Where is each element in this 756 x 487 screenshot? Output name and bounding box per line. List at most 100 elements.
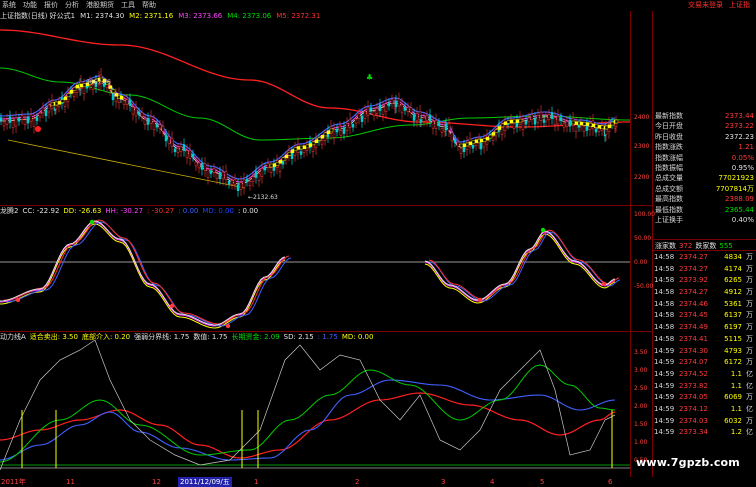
kline-chart-canvas[interactable]: 3067.46 ←2132.63 ♣ (0, 0, 756, 487)
signal-ribbon-block (60, 99, 65, 103)
tick-list[interactable]: 14:58 2374.27 4834 万 14:58 2374.27 4174 万 14:58 2… (652, 252, 756, 439)
tick-price: 2374.07 (679, 358, 708, 367)
candle-body (200, 163, 204, 170)
cursor-date-label: 2011/12/09/五 (178, 477, 232, 487)
signal-ribbon-block (574, 121, 579, 125)
time-axis-label: 2011年 (1, 478, 26, 486)
oscillator-buy-dot (225, 323, 231, 329)
candle-body (533, 118, 537, 125)
candle-body (450, 132, 454, 142)
tick-row: 14:59 2374.05 6069 万 (652, 392, 756, 404)
quote-label: 昨日收盘 (655, 132, 683, 141)
tick-time: 14:59 (654, 358, 675, 367)
signal-ribbon-block (604, 125, 609, 130)
quote-row: 指数涨跌 1.21 (652, 142, 756, 152)
signal-ribbon-block (518, 118, 523, 123)
candle-body (459, 148, 463, 154)
tick-price: 2374.12 (679, 404, 708, 413)
candle-body (17, 117, 21, 122)
signal-ribbon-block (582, 121, 587, 126)
signal-ribbon-block (66, 93, 71, 97)
candle-body (242, 179, 246, 188)
candle-body (342, 127, 346, 134)
candle-body (131, 106, 135, 115)
quote-value: 2373.22 (725, 122, 754, 131)
tick-volume: 4793 (724, 346, 742, 355)
tick-row: 14:59 2374.07 6172 万 (652, 357, 756, 369)
signal-ribbon-block (462, 143, 467, 147)
signal-ribbon-block (114, 93, 119, 97)
signal-ribbon-block (591, 123, 596, 128)
candle-body (26, 116, 30, 124)
candle-body (290, 152, 294, 159)
signal-ribbon-block (269, 163, 274, 168)
candle-body (248, 181, 252, 186)
low-annotation: ←2132.63 (248, 194, 278, 201)
indicator1-md: MD: 0.00 (202, 207, 234, 215)
signal-ribbon-block (293, 147, 298, 151)
oscillator2-hh-line (424, 231, 616, 302)
candle-body (140, 112, 144, 117)
signal-ribbon-block (512, 119, 517, 124)
indicator2-axis-label: 2.00 (634, 403, 648, 410)
quote-label: 总成交量 (655, 174, 683, 183)
candle-body (360, 115, 364, 122)
tick-volume: 6032 (724, 416, 742, 425)
candle-body (194, 161, 198, 167)
tick-unit: 万 (746, 264, 753, 273)
quote-row: 总成交量 77021923 (652, 173, 756, 183)
tick-price: 2374.27 (679, 253, 708, 261)
candle-body (269, 167, 273, 173)
quote-label: 指数振幅 (655, 163, 683, 172)
signal-ribbon-block (571, 120, 576, 125)
signal-ribbon-block (317, 137, 322, 141)
tick-time: 14:58 (654, 311, 675, 320)
candle-body (345, 123, 349, 132)
time-axis-label: 4 (490, 478, 495, 486)
quote-row: 总成交额 7707814万 (652, 184, 756, 194)
signal-ribbon-block (287, 152, 292, 156)
tick-price: 2373.92 (679, 276, 708, 285)
down-count-label: 跌家数 (695, 242, 717, 250)
candle-body (544, 116, 548, 122)
candle-body (524, 120, 528, 125)
candle-body (422, 117, 426, 122)
signal-ribbon-block (515, 119, 520, 123)
quote-label: 最新指数 (655, 112, 683, 120)
indicator2-name[interactable]: 动力线A (0, 333, 26, 341)
candle-body (400, 104, 404, 114)
candle-body (251, 176, 255, 182)
tick-unit: 万 (746, 416, 753, 425)
time-axis-label: 12 (152, 478, 161, 486)
signal-ribbon-block (111, 89, 116, 93)
candle-body (302, 148, 306, 153)
candle-body (146, 118, 150, 125)
candle-body (29, 114, 33, 122)
tick-row: 14:59 2373.82 1.1 亿 (652, 381, 756, 393)
quote-value: 7707814万 (715, 184, 754, 193)
indicator1-name[interactable]: 龙腾2 (0, 207, 18, 215)
oscillator-hh-line (0, 221, 286, 327)
signal-ribbon-block (302, 145, 307, 149)
candle-body (409, 107, 413, 113)
tick-time: 14:58 (654, 334, 675, 343)
candle-body (212, 168, 216, 173)
tick-unit: 万 (746, 299, 753, 308)
quote-value: 1.21 (738, 143, 754, 152)
candle-body (155, 123, 159, 128)
signal-marker: ♣ (366, 73, 373, 82)
tick-volume: 4834 (724, 253, 742, 261)
signal-ribbon-block (79, 83, 84, 88)
signal-ribbon-block (275, 162, 280, 166)
raw-value-line (0, 339, 616, 471)
candle-body (500, 127, 504, 135)
oscillator-sell-dot (89, 219, 95, 225)
tick-unit: 亿 (746, 381, 753, 390)
tick-price: 2373.82 (679, 381, 708, 390)
candle-body (339, 130, 343, 136)
signal-ribbon-block (284, 154, 289, 159)
tick-unit: 万 (746, 311, 753, 320)
indicator2-axis-label: 3.50 (634, 349, 648, 356)
quote-row: 昨日收盘 2372.23 (652, 132, 756, 142)
candle-body (233, 179, 237, 185)
